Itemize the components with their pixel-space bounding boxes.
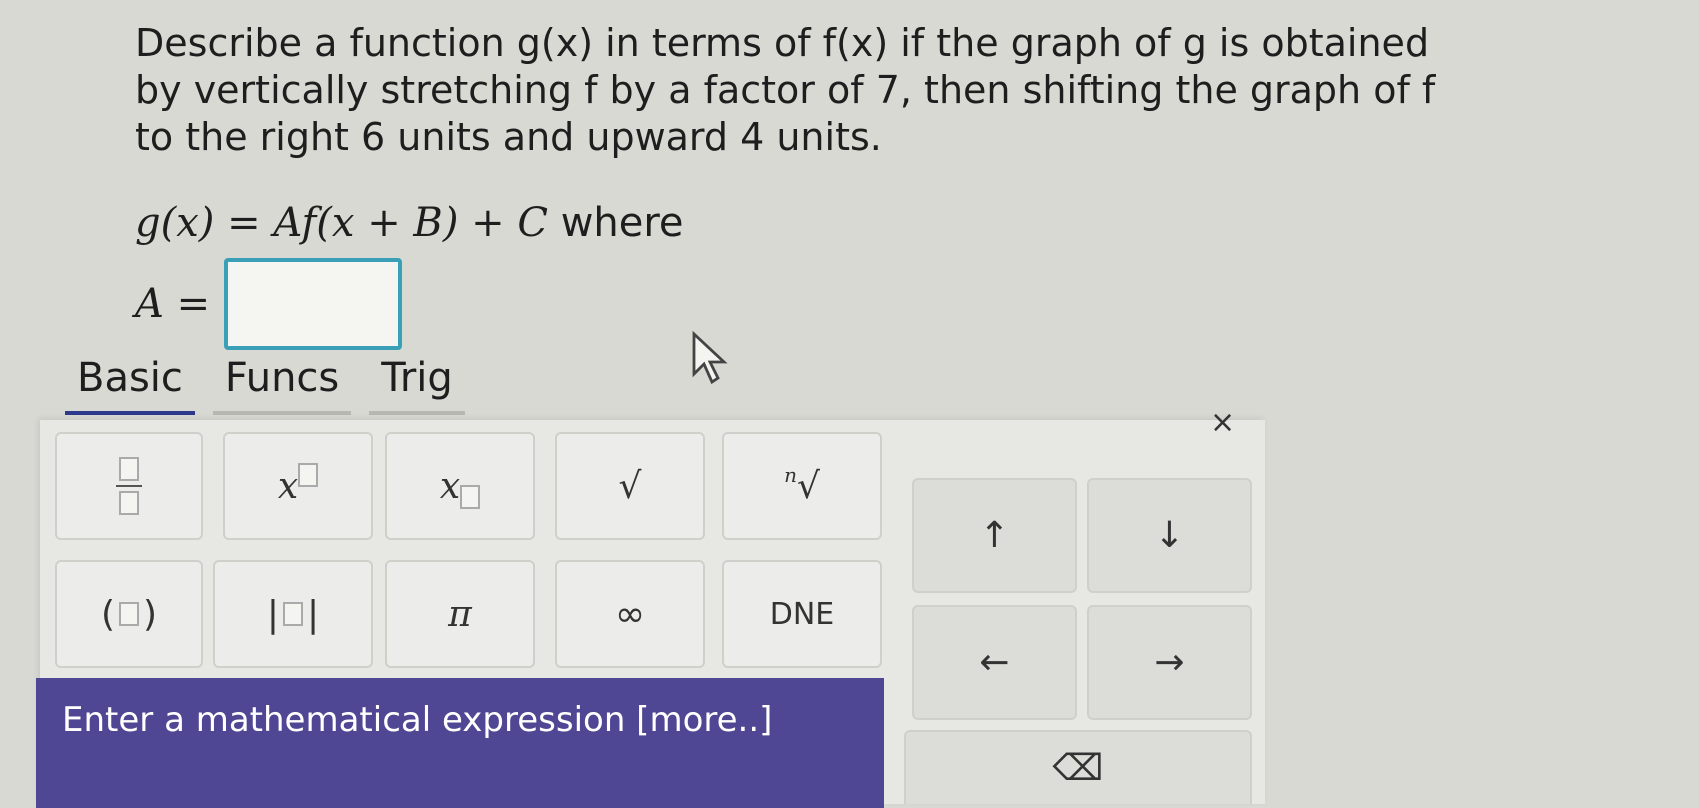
question-line-1: Describe a function g(x) in terms of f(x…	[135, 21, 1430, 65]
subscript-placeholder-icon	[460, 485, 481, 509]
dne-label: DNE	[769, 596, 835, 632]
fraction-key[interactable]	[55, 432, 203, 540]
nth-root-key[interactable]: n √	[722, 432, 882, 540]
nth-root-icon: √	[796, 465, 820, 507]
absolute-value-key[interactable]: | |	[213, 560, 373, 668]
input-hint-text[interactable]: Enter a mathematical expression [more..]	[62, 700, 772, 740]
dne-key[interactable]: DNE	[722, 560, 882, 668]
tab-basic[interactable]: Basic	[65, 355, 195, 415]
down-arrow-button[interactable]: ↓	[1087, 478, 1252, 593]
pi-key[interactable]: π	[385, 560, 535, 668]
superscript-key[interactable]: x	[223, 432, 373, 540]
arrow-up-icon: ↑	[979, 515, 1010, 556]
backspace-icon: ⌫	[1052, 747, 1104, 789]
tab-trig[interactable]: Trig	[369, 355, 465, 415]
fraction-icon	[116, 457, 142, 515]
sqrt-key[interactable]: √	[555, 432, 705, 540]
superscript-placeholder-icon	[298, 463, 319, 487]
infinity-key[interactable]: ∞	[555, 560, 705, 668]
input-hint-bar: Enter a mathematical expression [more..]	[36, 678, 884, 808]
answer-input-a[interactable]	[224, 258, 403, 350]
parentheses-key[interactable]: ( )	[55, 560, 203, 668]
backspace-button[interactable]: ⌫	[904, 730, 1252, 804]
abs-open: |	[266, 593, 279, 635]
subscript-base: x	[439, 465, 461, 507]
infinity-symbol: ∞	[615, 593, 645, 635]
keypad-tabs: Basic Funcs Trig	[65, 355, 465, 415]
pi-symbol: π	[448, 593, 472, 635]
paren-open: (	[100, 593, 115, 635]
formula-row: g(x) = Af(x + B) + C where	[135, 200, 684, 246]
left-arrow-button[interactable]: ←	[912, 605, 1077, 720]
mouse-cursor-icon	[692, 330, 728, 385]
question-line-2: by vertically stretching f by a factor o…	[135, 68, 1436, 112]
paren-placeholder-icon	[119, 602, 139, 626]
subscript-key[interactable]: x	[385, 432, 535, 540]
right-arrow-button[interactable]: →	[1087, 605, 1252, 720]
nth-root-index: n	[784, 463, 797, 487]
abs-close: |	[307, 593, 320, 635]
paren-close: )	[143, 593, 158, 635]
sqrt-icon: √	[618, 465, 642, 507]
question-text: Describe a function g(x) in terms of f(x…	[135, 20, 1555, 161]
formula: g(x) = Af(x + B) + C	[135, 200, 548, 246]
answer-label: A =	[135, 281, 211, 327]
arrow-down-icon: ↓	[1154, 515, 1185, 556]
abs-placeholder-icon	[283, 602, 303, 626]
up-arrow-button[interactable]: ↑	[912, 478, 1077, 593]
answer-row: A =	[135, 258, 403, 350]
superscript-base: x	[277, 465, 299, 507]
formula-suffix: where	[560, 200, 684, 246]
arrow-left-icon: ←	[979, 642, 1010, 683]
question-line-3: to the right 6 units and upward 4 units.	[135, 115, 882, 159]
tab-funcs[interactable]: Funcs	[212, 355, 352, 415]
close-icon[interactable]: ×	[1210, 405, 1235, 440]
arrow-right-icon: →	[1154, 642, 1185, 683]
